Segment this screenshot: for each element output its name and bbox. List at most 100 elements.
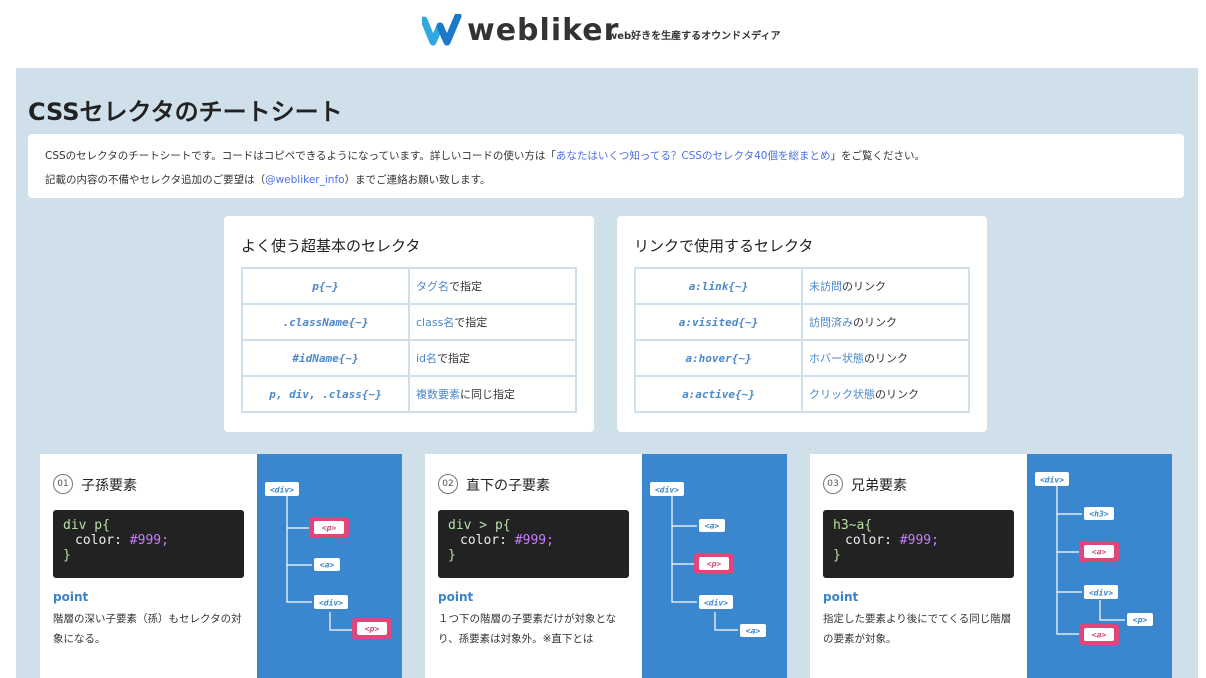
tag-label: <div> bbox=[704, 598, 728, 608]
table-row: p, div, .class{~} 複数要素に同じ指定 bbox=[241, 375, 577, 413]
twitter-link[interactable]: @webliker_info bbox=[265, 174, 344, 186]
description-text: のリンク bbox=[853, 316, 897, 329]
tag-p: <p> bbox=[1127, 613, 1153, 626]
link-selectors-card: リンクで使用するセレクタ a:link{~} 未訪問のリンク a:visited… bbox=[617, 216, 987, 432]
description-text: のリンク bbox=[842, 280, 886, 293]
intro-text: ）までご連絡お願い致します。 bbox=[344, 174, 491, 186]
selector-code[interactable]: p, div, .class{~} bbox=[241, 375, 410, 413]
point-text: １つ下の階層の子要素だけが対象となり、孫要素は対象外。※直下とは bbox=[438, 613, 617, 645]
description-highlight[interactable]: 未訪問 bbox=[809, 280, 842, 293]
description-highlight[interactable]: class名 bbox=[416, 316, 454, 329]
point-label: point bbox=[438, 590, 474, 604]
tag-label: <p> bbox=[365, 625, 380, 634]
tag-label: <div> bbox=[270, 485, 294, 495]
card-number-badge: 01 bbox=[53, 474, 73, 494]
tag-label: <a> bbox=[746, 627, 761, 636]
article-link[interactable]: あなたはいくつ知ってる？CSSのセレクタ40個を総まとめ bbox=[556, 150, 831, 162]
selector-code[interactable]: a:hover{~} bbox=[634, 339, 803, 377]
selector-description: id名で指定 bbox=[408, 339, 577, 377]
selector-code[interactable]: a:link{~} bbox=[634, 267, 803, 305]
selector-description: タグ名で指定 bbox=[408, 267, 577, 305]
tag-div-child: <div> bbox=[699, 595, 733, 609]
webliker-logo-icon[interactable] bbox=[422, 14, 462, 46]
description-highlight[interactable]: クリック状態 bbox=[809, 388, 875, 401]
tag-p-highlighted-grandchild: <p> bbox=[352, 618, 392, 639]
selector-description: 複数要素に同じ指定 bbox=[408, 375, 577, 413]
description-highlight[interactable]: 訪問済み bbox=[809, 316, 853, 329]
description-text: のリンク bbox=[875, 388, 919, 401]
description-highlight[interactable]: タグ名 bbox=[416, 280, 449, 293]
card-number-badge: 02 bbox=[438, 474, 458, 494]
description-text: に同じ指定 bbox=[460, 388, 515, 401]
code-property: color: bbox=[460, 533, 515, 548]
description-highlight[interactable]: ホバー状態 bbox=[809, 352, 864, 365]
intro-text: 記載の内容の不備やセレクタ追加のご要望は（ bbox=[45, 174, 266, 186]
code-close: } bbox=[448, 548, 456, 563]
point-label: point bbox=[53, 590, 89, 604]
card-text-panel: 01 子孫要素 div p{ color: #999; } point 階層の深… bbox=[40, 454, 257, 678]
intro-box: CSSのセレクタのチートシートです。コードはコピペできるようになっています。詳し… bbox=[28, 134, 1184, 198]
point-label: point bbox=[823, 590, 859, 604]
table-row: .className{~} class名で指定 bbox=[241, 303, 577, 341]
selector-code[interactable]: a:active{~} bbox=[634, 375, 803, 413]
code-value: #999; bbox=[129, 533, 169, 548]
code-snippet[interactable]: h3~a{ color: #999; } bbox=[823, 510, 1014, 578]
card-number-badge: 03 bbox=[823, 474, 843, 494]
selector-description: 訪問済みのリンク bbox=[801, 303, 970, 341]
intro-line-2: 記載の内容の不備やセレクタ追加のご要望は（@webliker_info）までご連… bbox=[45, 172, 491, 187]
selector-code[interactable]: .className{~} bbox=[241, 303, 410, 341]
site-tagline: web好きを生産するオウンドメディア bbox=[608, 31, 781, 42]
tree-diagram: <div> <h3> <a> <div> <p> <a> bbox=[1027, 454, 1172, 678]
descendant-selector-card: 01 子孫要素 div p{ color: #999; } point 階層の深… bbox=[40, 454, 402, 678]
tag-label: <div> bbox=[1089, 588, 1113, 598]
description-highlight[interactable]: 複数要素 bbox=[416, 388, 460, 401]
tag-label: <a> bbox=[1092, 631, 1107, 640]
table-row: p{~} タグ名で指定 bbox=[241, 267, 577, 305]
tree-diagram: <div> <p> <a> <div> <p> bbox=[257, 454, 402, 678]
description-highlight[interactable]: id名 bbox=[416, 352, 437, 365]
card-text-panel: 02 直下の子要素 div > p{ color: #999; } point … bbox=[425, 454, 642, 678]
tag-label: <div> bbox=[655, 485, 679, 495]
page-title: CSSセレクタのチートシート bbox=[28, 98, 343, 126]
tag-label: <h3> bbox=[1089, 510, 1108, 519]
card-title: よく使う超基本のセレクタ bbox=[241, 237, 421, 255]
basic-selectors-card: よく使う超基本のセレクタ p{~} タグ名で指定 .className{~} c… bbox=[224, 216, 594, 432]
code-snippet[interactable]: div > p{ color: #999; } bbox=[438, 510, 629, 578]
card-title: 子孫要素 bbox=[81, 478, 137, 494]
tag-a: <a> bbox=[699, 519, 725, 532]
table-row: a:link{~} 未訪問のリンク bbox=[634, 267, 970, 305]
tree-diagram-svg: <div> <a> <p> <div> <a> bbox=[650, 482, 766, 637]
code-selector: div p{ bbox=[63, 518, 110, 533]
selector-description: 未訪問のリンク bbox=[801, 267, 970, 305]
tag-label: <p> bbox=[1133, 616, 1148, 625]
table-row: a:visited{~} 訪問済みのリンク bbox=[634, 303, 970, 341]
code-snippet[interactable]: div p{ color: #999; } bbox=[53, 510, 244, 578]
code-property: color: bbox=[845, 533, 900, 548]
tree-diagram-svg: <div> <h3> <a> <div> <p> <a> bbox=[1035, 472, 1153, 645]
code-property: color: bbox=[75, 533, 130, 548]
code-selector: h3~a{ bbox=[833, 518, 873, 533]
description-text: のリンク bbox=[864, 352, 908, 365]
tag-p-highlighted: <p> bbox=[309, 517, 349, 538]
tag-label: <p> bbox=[707, 560, 722, 569]
tag-a-highlighted-second: <a> bbox=[1079, 624, 1119, 645]
tree-diagram: <div> <a> <p> <div> <a> bbox=[642, 454, 787, 678]
tag-div-root: <div> bbox=[1035, 472, 1069, 486]
card-title: 兄弟要素 bbox=[851, 478, 907, 494]
code-selector: div > p{ bbox=[448, 518, 511, 533]
code-property-line: color: #999; bbox=[833, 533, 1004, 548]
tag-p-highlighted: <p> bbox=[694, 553, 734, 574]
tag-label: <a> bbox=[705, 522, 720, 531]
logo-text[interactable]: webliker bbox=[467, 13, 619, 48]
site-header: webliker web好きを生産するオウンドメディア bbox=[0, 0, 1206, 68]
table-row: a:hover{~} ホバー状態のリンク bbox=[634, 339, 970, 377]
selector-description: ホバー状態のリンク bbox=[801, 339, 970, 377]
selector-code[interactable]: a:visited{~} bbox=[634, 303, 803, 341]
tag-label: <a> bbox=[320, 561, 335, 570]
cheatsheet-page: CSSセレクタのチートシート CSSのセレクタのチートシートです。コードはコピペ… bbox=[16, 68, 1198, 678]
selector-code[interactable]: p{~} bbox=[241, 267, 410, 305]
tag-label: <p> bbox=[322, 524, 337, 533]
sibling-selector-card: 03 兄弟要素 h3~a{ color: #999; } point 指定した要… bbox=[810, 454, 1172, 678]
tag-label: <div> bbox=[319, 598, 343, 608]
selector-code[interactable]: #idName{~} bbox=[241, 339, 410, 377]
